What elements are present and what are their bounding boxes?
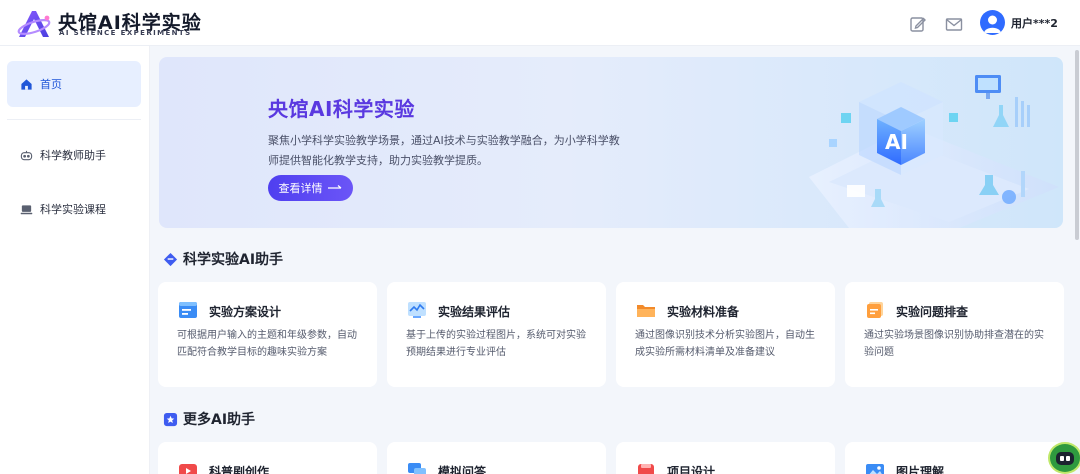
- arrow-right-icon: [327, 185, 341, 189]
- card-problem-troubleshooting[interactable]: 实验问题排查 通过实验场景图像识别协助排查潜在的实验问题: [845, 282, 1064, 387]
- sidebar-item-teacher-assistant[interactable]: 科学教师助手: [7, 132, 141, 178]
- hero-banner: 央馆AI科学实验 聚焦小学科学实验教学场景，通过AI技术与实验教学融合，为小学科…: [159, 57, 1063, 228]
- user-name[interactable]: 用户***2: [1011, 15, 1058, 31]
- sidebar-item-courses[interactable]: 科学实验课程: [7, 186, 141, 232]
- bot-face-icon: [1056, 452, 1074, 465]
- view-details-label: 查看详情: [278, 182, 323, 195]
- card-material-preparation[interactable]: 实验材料准备 通过图像识别技术分析实验图片，自动生成实验所需材料清单及准备建议: [616, 282, 835, 387]
- chart-icon: [408, 302, 426, 318]
- logo-mark-icon: [17, 11, 51, 37]
- card-science-drama[interactable]: 科普剧创作: [158, 442, 377, 474]
- section-title-text: 科学实验AI助手: [183, 252, 284, 268]
- laptop-icon: [20, 204, 33, 214]
- card-simulated-qa[interactable]: 模拟问答: [387, 442, 606, 474]
- user-avatar-icon: [984, 15, 1001, 33]
- banner-title: 央馆AI科学实验: [268, 97, 415, 121]
- ai-lab-illustration: AI: [809, 75, 1059, 228]
- folder-icon: [637, 305, 655, 317]
- sidebar-item-label: 首页: [40, 78, 62, 91]
- page-scrollbar-thumb[interactable]: [1075, 50, 1079, 240]
- card-image-understanding[interactable]: 图片理解: [845, 442, 1064, 474]
- card-description: 通过实验场景图像识别协助排查潜在的实验问题: [864, 330, 1044, 358]
- project-icon: [638, 464, 654, 474]
- notes-icon: [867, 302, 883, 318]
- mail-icon[interactable]: [944, 14, 964, 34]
- card-title: 实验结果评估: [438, 305, 511, 319]
- card-title: 图片理解: [896, 465, 945, 474]
- card-title: 实验材料准备: [667, 305, 740, 319]
- logo[interactable]: 央馆AI科学实验 AI SCIENCE EXPERIMENTS: [16, 8, 206, 40]
- card-title: 模拟问答: [438, 465, 487, 474]
- logo-subtitle: AI SCIENCE EXPERIMENTS: [59, 29, 192, 37]
- bot-eye: [1060, 456, 1064, 461]
- video-icon: [179, 464, 197, 474]
- image-icon: [866, 464, 884, 474]
- card-description: 可根据用户输入的主题和年级参数，自动匹配符合教学目标的趣味实验方案: [177, 330, 357, 358]
- card-description: 通过图像识别技术分析实验图片，自动生成实验所需材料清单及准备建议: [635, 330, 815, 358]
- sidebar: 首页 科学教师助手 科学实验课程: [0, 46, 150, 474]
- view-details-button[interactable]: 查看详情: [268, 175, 353, 201]
- section-title-more-ai: 更多AI助手: [163, 409, 255, 429]
- edit-icon[interactable]: [908, 14, 928, 34]
- card-title: 实验问题排查: [896, 305, 969, 319]
- star-badge-icon: [163, 412, 178, 426]
- card-project-design[interactable]: 项目设计: [616, 442, 835, 474]
- art-ai-label: AI: [885, 130, 908, 154]
- robot-icon: [20, 150, 33, 160]
- top-header: 央馆AI科学实验 AI SCIENCE EXPERIMENTS 用户***2: [0, 0, 1080, 46]
- bot-eye: [1066, 456, 1070, 461]
- assistant-bot-button[interactable]: [1048, 442, 1080, 474]
- sidebar-item-home[interactable]: 首页: [7, 61, 141, 107]
- avatar[interactable]: [980, 10, 1005, 35]
- banner-description: 聚焦小学科学实验教学场景，通过AI技术与实验教学融合，为小学科学教师提供智能化教…: [268, 134, 620, 167]
- plan-icon: [179, 302, 197, 318]
- card-title: 科普剧创作: [209, 465, 270, 474]
- card-description: 基于上传的实验过程图片，系统可对实验预期结果进行专业评估: [406, 330, 586, 358]
- home-icon: [21, 78, 32, 90]
- card-title: 实验方案设计: [209, 305, 282, 319]
- section-title-science-ai: 科学实验AI助手: [163, 249, 283, 269]
- card-result-evaluation[interactable]: 实验结果评估 基于上传的实验过程图片，系统可对实验预期结果进行专业评估: [387, 282, 606, 387]
- sidebar-item-label: 科学教师助手: [40, 149, 106, 162]
- card-experiment-plan[interactable]: 实验方案设计 可根据用户输入的主题和年级参数，自动匹配符合教学目标的趣味实验方案: [158, 282, 377, 387]
- card-title: 项目设计: [667, 465, 716, 474]
- sidebar-divider: [7, 119, 141, 120]
- chat-icon: [408, 463, 426, 474]
- section-title-text: 更多AI助手: [183, 412, 256, 428]
- sidebar-item-label: 科学实验课程: [40, 203, 106, 216]
- diamond-badge-icon: [163, 252, 178, 266]
